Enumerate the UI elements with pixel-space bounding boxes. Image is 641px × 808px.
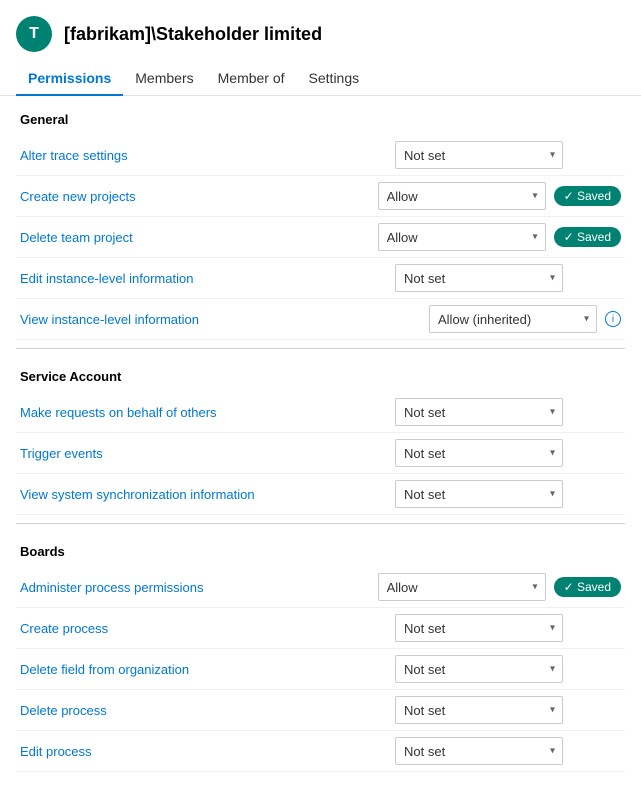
nav-tab-permissions[interactable]: Permissions xyxy=(16,62,123,96)
permission-row: Edit process Not setAllowDenyAllow (inher… xyxy=(16,731,625,772)
permission-select-wrapper: Not setAllowDenyAllow (inherited)Not set… xyxy=(395,141,563,169)
section-service-account: Service Account Make requests on behalf o… xyxy=(16,369,625,524)
permission-select[interactable]: Not setAllowDenyAllow (inherited)Not set… xyxy=(395,696,563,724)
permission-select-wrapper: Not setAllowDenyAllow (inherited)Not set… xyxy=(378,223,546,251)
permission-label[interactable]: View instance-level information xyxy=(20,312,421,327)
permission-select[interactable]: Not setAllowDenyAllow (inherited)Not set… xyxy=(378,182,546,210)
page-title: [fabrikam]\Stakeholder limited xyxy=(64,24,322,45)
saved-badge: ✓ Saved xyxy=(554,186,621,206)
permission-label[interactable]: Alter trace settings xyxy=(20,148,387,163)
permission-select-wrapper: Not setAllowDenyAllow (inherited)Not set… xyxy=(395,439,563,467)
page-header: T [fabrikam]\Stakeholder limited xyxy=(0,0,641,62)
permission-row: Delete field from organization Not setAll… xyxy=(16,649,625,690)
permission-label[interactable]: Edit instance-level information xyxy=(20,271,387,286)
permission-label[interactable]: View system synchronization information xyxy=(20,487,387,502)
permission-select-wrapper: Not setAllowDenyAllow (inherited)Not set… xyxy=(395,737,563,765)
permission-row: Edit instance-level information Not setAl… xyxy=(16,258,625,299)
section-title-boards: Boards xyxy=(16,544,625,559)
section-divider xyxy=(16,348,625,349)
section-boards: Boards Administer process permissions Not … xyxy=(16,544,625,772)
permission-label[interactable]: Create new projects xyxy=(20,189,370,204)
avatar: T xyxy=(16,16,52,52)
nav-tab-settings[interactable]: Settings xyxy=(297,62,372,96)
permission-row: Create process Not setAllowDenyAllow (inh… xyxy=(16,608,625,649)
info-icon[interactable]: i xyxy=(605,311,621,327)
permission-row: Alter trace settings Not setAllowDenyAllo… xyxy=(16,135,625,176)
permission-row: Administer process permissions Not setAll… xyxy=(16,567,625,608)
permission-select-wrapper: Not setAllowDenyAllow (inherited)Not set… xyxy=(378,573,546,601)
permission-row: Trigger events Not setAllowDenyAllow (inh… xyxy=(16,433,625,474)
section-title-service-account: Service Account xyxy=(16,369,625,384)
permission-row: View system synchronization information N… xyxy=(16,474,625,515)
permission-row: View instance-level information Not setAl… xyxy=(16,299,625,340)
permission-select[interactable]: Not setAllowDenyAllow (inherited)Not set… xyxy=(429,305,597,333)
permission-label[interactable]: Delete field from organization xyxy=(20,662,387,677)
permission-label[interactable]: Administer process permissions xyxy=(20,580,370,595)
permission-select-wrapper: Not setAllowDenyAllow (inherited)Not set… xyxy=(429,305,597,333)
permission-select-wrapper: Not setAllowDenyAllow (inherited)Not set… xyxy=(395,264,563,292)
permission-label[interactable]: Trigger events xyxy=(20,446,387,461)
permission-select-wrapper: Not setAllowDenyAllow (inherited)Not set… xyxy=(395,614,563,642)
permission-select-wrapper: Not setAllowDenyAllow (inherited)Not set… xyxy=(378,182,546,210)
permission-label[interactable]: Delete process xyxy=(20,703,387,718)
permission-label[interactable]: Delete team project xyxy=(20,230,370,245)
permission-select[interactable]: Not setAllowDenyAllow (inherited)Not set… xyxy=(395,141,563,169)
section-divider xyxy=(16,523,625,524)
permission-label[interactable]: Make requests on behalf of others xyxy=(20,405,387,420)
permission-row: Delete team project Not setAllowDenyAllow… xyxy=(16,217,625,258)
permission-select[interactable]: Not setAllowDenyAllow (inherited)Not set… xyxy=(395,398,563,426)
nav-tab-members[interactable]: Members xyxy=(123,62,205,96)
permission-select[interactable]: Not setAllowDenyAllow (inherited)Not set… xyxy=(395,655,563,683)
saved-badge: ✓ Saved xyxy=(554,577,621,597)
saved-badge: ✓ Saved xyxy=(554,227,621,247)
permission-label[interactable]: Create process xyxy=(20,621,387,636)
permission-label[interactable]: Edit process xyxy=(20,744,387,759)
permission-row: Create new projects Not setAllowDenyAllow… xyxy=(16,176,625,217)
section-general: General Alter trace settings Not setAllowD… xyxy=(16,112,625,349)
permission-select[interactable]: Not setAllowDenyAllow (inherited)Not set… xyxy=(395,614,563,642)
permission-select-wrapper: Not setAllowDenyAllow (inherited)Not set… xyxy=(395,398,563,426)
permission-select[interactable]: Not setAllowDenyAllow (inherited)Not set… xyxy=(395,439,563,467)
section-title-general: General xyxy=(16,112,625,127)
permission-select[interactable]: Not setAllowDenyAllow (inherited)Not set… xyxy=(378,223,546,251)
nav-tab-member-of[interactable]: Member of xyxy=(206,62,297,96)
navigation-tabs: PermissionsMembersMember ofSettings xyxy=(0,62,641,96)
permission-select-wrapper: Not setAllowDenyAllow (inherited)Not set… xyxy=(395,480,563,508)
permission-row: Make requests on behalf of others Not set… xyxy=(16,392,625,433)
permission-select-wrapper: Not setAllowDenyAllow (inherited)Not set… xyxy=(395,655,563,683)
permission-select-wrapper: Not setAllowDenyAllow (inherited)Not set… xyxy=(395,696,563,724)
permission-select[interactable]: Not setAllowDenyAllow (inherited)Not set… xyxy=(395,264,563,292)
permission-select[interactable]: Not setAllowDenyAllow (inherited)Not set… xyxy=(378,573,546,601)
permission-select[interactable]: Not setAllowDenyAllow (inherited)Not set… xyxy=(395,737,563,765)
permission-select[interactable]: Not setAllowDenyAllow (inherited)Not set… xyxy=(395,480,563,508)
main-content: General Alter trace settings Not setAllowD… xyxy=(0,96,641,808)
